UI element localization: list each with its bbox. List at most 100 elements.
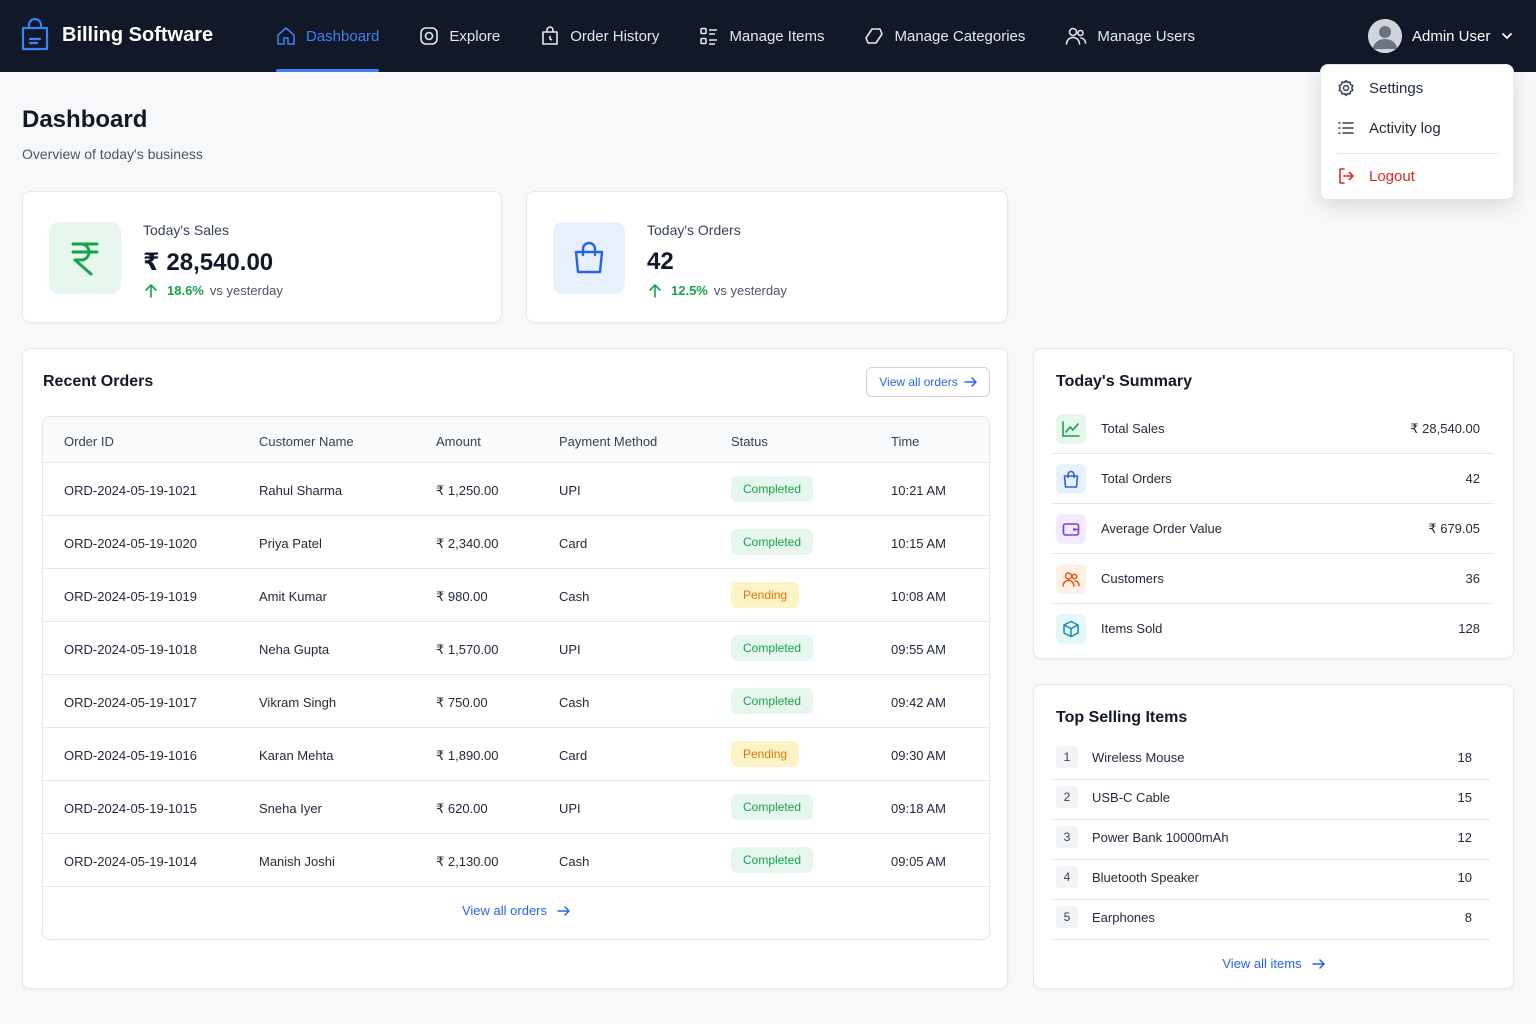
customer-cell: Priya Patel	[259, 536, 322, 551]
stat-sales-delta: 18.6% vs yesterday	[145, 283, 283, 298]
payment-method-cell: Card	[559, 536, 588, 551]
menu-item-logout[interactable]: Logout	[1337, 167, 1415, 185]
chevron-down-icon	[1500, 29, 1514, 43]
order-id-cell: ORD-2024-05-19-1020	[64, 536, 197, 551]
view-all-orders-link[interactable]: View all orders	[43, 903, 989, 918]
recent-orders-title: Recent Orders	[43, 373, 154, 390]
nav-dashboard[interactable]: Dashboard	[276, 0, 380, 72]
rank-badge: 1	[1056, 746, 1078, 768]
view-all-orders-button[interactable]: View all orders	[866, 367, 990, 397]
menu-item-activity-log[interactable]: Activity log	[1337, 119, 1441, 137]
payment-method-cell: UPI	[559, 483, 581, 498]
list-item[interactable]: 3 Power Bank 10000mAh 12	[1052, 820, 1490, 860]
stat-orders-delta: 12.5% vs yesterday	[649, 283, 787, 298]
item-quantity: 12	[1457, 830, 1472, 845]
brand-name: Billing Software	[62, 23, 214, 46]
table-row[interactable]: ORD-2024-05-19-1017 Vikram Singh ₹ 750.00 C…	[43, 675, 989, 728]
list-item[interactable]: 1 Wireless Mouse 18	[1052, 740, 1490, 780]
table-row[interactable]: ORD-2024-05-19-1016 Karan Mehta ₹ 1,890.00…	[43, 728, 989, 781]
order-id-cell: ORD-2024-05-19-1017	[64, 695, 197, 710]
payment-method-cell: UPI	[559, 801, 581, 816]
time-cell: 09:18 AM	[891, 801, 946, 816]
stat-sales-delta-note: vs yesterday	[209, 283, 283, 298]
view-all-orders-link-label: View all orders	[461, 903, 548, 918]
table-row[interactable]: ORD-2024-05-19-1021 Rahul Sharma ₹ 1,250.0…	[43, 463, 989, 516]
stat-card-sales: Today's Sales ₹ 28,540.00 18.6% vs yeste…	[22, 191, 502, 323]
nav-manage-users[interactable]: Manage Users	[1065, 0, 1195, 72]
top-selling-title: Top Selling Items	[1056, 709, 1188, 726]
nav-manage-items[interactable]: Manage Items	[699, 0, 824, 72]
summary-label: Customers	[1101, 571, 1164, 586]
nav-manage-categories[interactable]: Manage Categories	[864, 0, 1025, 72]
summary-value: 36	[1465, 571, 1480, 586]
category-icon	[864, 26, 884, 46]
customer-cell: Neha Gupta	[259, 642, 330, 657]
stat-sales-value: ₹ 28,540.00	[143, 249, 274, 276]
trend-icon	[1056, 414, 1086, 444]
customer-cell: Amit Kumar	[259, 589, 327, 604]
view-all-items-link[interactable]: View all items	[1034, 956, 1513, 971]
stat-orders-value: 42	[647, 248, 674, 275]
summary-label: Average Order Value	[1101, 521, 1222, 536]
col-time[interactable]: Time	[891, 434, 919, 449]
col-order-id[interactable]: Order ID	[64, 434, 114, 449]
nav-manage-items-label: Manage Items	[729, 27, 825, 45]
arrow-right-icon	[963, 377, 977, 387]
users-icon	[1065, 26, 1087, 46]
status-badge: Completed	[731, 529, 814, 555]
brand[interactable]: Billing Software	[20, 18, 213, 52]
payment-method-cell: Card	[559, 748, 588, 763]
col-customer-name[interactable]: Customer Name	[259, 434, 354, 449]
col-amount[interactable]: Amount	[436, 434, 481, 449]
table-row[interactable]: ORD-2024-05-19-1019 Amit Kumar ₹ 980.00 Cas…	[43, 569, 989, 622]
list-item[interactable]: 4 Bluetooth Speaker 10	[1052, 860, 1490, 900]
summary-card: Today's Summary Total Sales ₹ 28,540.00 To…	[1033, 348, 1514, 659]
payment-method-cell: Cash	[559, 695, 590, 710]
order-id-cell: ORD-2024-05-19-1021	[64, 483, 197, 498]
rank-badge: 4	[1056, 866, 1078, 888]
summary-title: Today's Summary	[1056, 373, 1192, 390]
table-row[interactable]: ORD-2024-05-19-1020 Priya Patel ₹ 2,340.00…	[43, 516, 989, 569]
rank-badge: 2	[1056, 786, 1078, 808]
bag-icon	[1056, 464, 1086, 494]
table-header: Order ID Customer Name Amount Payment Me…	[43, 417, 989, 463]
summary-label: Items Sold	[1101, 621, 1163, 636]
list-item[interactable]: 2 USB-C Cable 15	[1052, 780, 1490, 820]
menu-item-settings[interactable]: Settings	[1337, 79, 1423, 97]
summary-row: Items Sold 128	[1052, 604, 1494, 654]
summary-label: Total Sales	[1101, 421, 1165, 436]
payment-method-cell: UPI	[559, 642, 581, 657]
list-bullets-icon	[1337, 119, 1355, 137]
home-icon	[276, 26, 296, 46]
customers-icon	[1056, 564, 1086, 594]
item-name: Earphones	[1092, 910, 1155, 925]
rank-badge: 3	[1056, 826, 1078, 848]
nav-explore[interactable]: Explore	[419, 0, 500, 72]
arrow-right-icon	[1311, 958, 1325, 969]
amount-cell: ₹ 750.00	[436, 695, 488, 710]
amount-cell: ₹ 1,570.00	[436, 642, 499, 657]
table-row[interactable]: ORD-2024-05-19-1018 Neha Gupta ₹ 1,570.00 U…	[43, 622, 989, 675]
order-history-icon	[540, 26, 560, 46]
item-quantity: 10	[1457, 870, 1472, 885]
shopping-bag-icon	[20, 18, 50, 52]
col-payment-method[interactable]: Payment Method	[559, 434, 657, 449]
payment-method-cell: Cash	[559, 854, 590, 869]
menu-item-settings-label: Settings	[1369, 79, 1424, 97]
wallet-icon	[1056, 514, 1086, 544]
status-badge: Completed	[731, 794, 814, 820]
user-name: Admin User	[1412, 27, 1491, 45]
col-status[interactable]: Status	[731, 434, 768, 449]
item-name: Bluetooth Speaker	[1092, 870, 1199, 885]
stat-orders-delta-note: vs yesterday	[713, 283, 787, 298]
table-row[interactable]: ORD-2024-05-19-1015 Sneha Iyer ₹ 620.00 UPI…	[43, 781, 989, 834]
nav-order-history[interactable]: Order History	[540, 0, 659, 72]
amount-cell: ₹ 2,340.00	[436, 536, 499, 551]
table-row[interactable]: ORD-2024-05-19-1014 Manish Joshi ₹ 2,130.0…	[43, 834, 989, 887]
stat-sales-delta-value: 18.6%	[167, 283, 204, 298]
order-id-cell: ORD-2024-05-19-1019	[64, 589, 197, 604]
avatar	[1368, 19, 1402, 53]
user-menu-toggle[interactable]: Admin User	[1368, 19, 1514, 53]
item-quantity: 18	[1457, 750, 1472, 765]
list-item[interactable]: 5 Earphones 8	[1052, 900, 1490, 940]
